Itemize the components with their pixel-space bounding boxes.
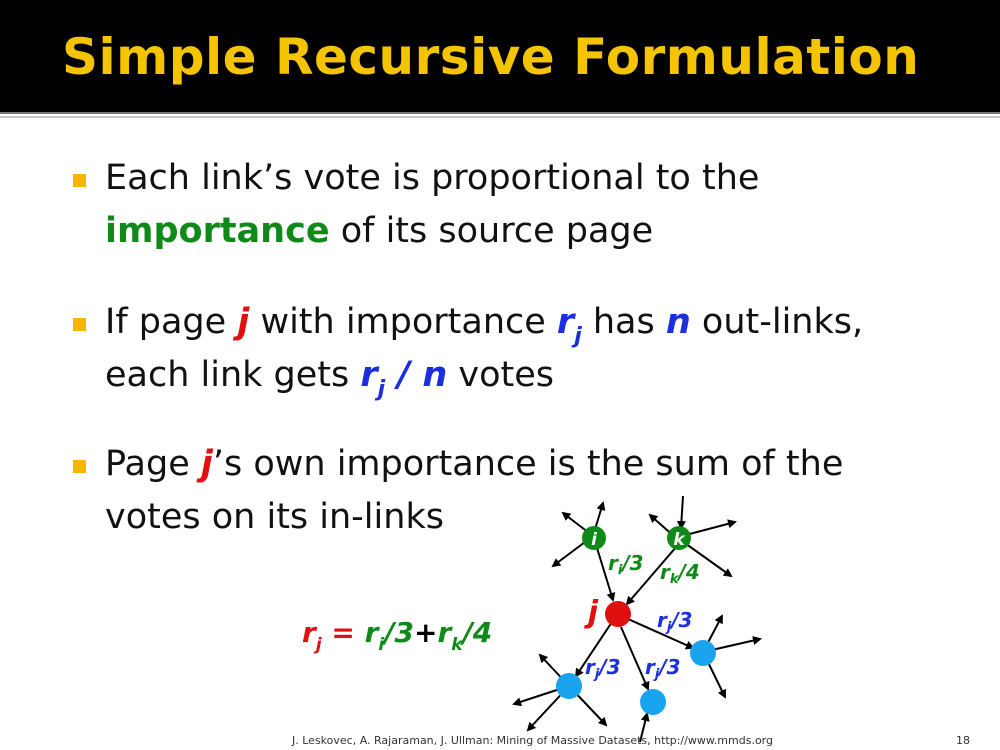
importance-term: importance xyxy=(105,211,330,251)
bullet-3-line-1: Page j’s own importance is the sum of th… xyxy=(105,444,844,484)
node-left xyxy=(556,673,582,699)
bullet-marker xyxy=(73,174,86,187)
title-bar: Simple Recursive Formulation xyxy=(0,0,1000,112)
edge-label-j-bottom: rj/3 xyxy=(645,655,681,682)
bullet-2-line-2: each link gets rj / n votes xyxy=(105,355,555,402)
footer-citation: J. Leskovec, A. Rajaraman, J. Ullman: Mi… xyxy=(292,734,773,747)
node-j xyxy=(605,601,631,627)
bullet-2-line-1: If page j with importance rj has n out-l… xyxy=(105,302,864,349)
rank-formula: rj = ri/3+rk/4 xyxy=(302,616,493,655)
title-rule-light xyxy=(0,116,1000,118)
edge-label-j-left: rj/3 xyxy=(585,655,621,682)
slide-title: Simple Recursive Formulation xyxy=(62,28,920,86)
edge-label-j-right: rj/3 xyxy=(657,608,693,635)
link-graph-diagram: i k j ri/3 rk/4 rj/3 rj/3 rj/3 xyxy=(512,495,762,743)
node-right xyxy=(690,640,716,666)
node-bottom xyxy=(640,689,666,715)
bullet-marker xyxy=(73,460,86,473)
bullet-1-line-2: importance of its source page xyxy=(105,211,654,251)
node-j-label: j xyxy=(584,595,599,630)
edge-label-i-j: ri/3 xyxy=(608,551,644,578)
edge-into-k xyxy=(676,495,686,530)
edge-j-to-bottom-node xyxy=(620,626,650,691)
edge-label-k-j: rk/4 xyxy=(660,560,700,587)
bullet-marker xyxy=(73,318,86,331)
node-k-label: k xyxy=(673,530,686,550)
page-number: 18 xyxy=(956,734,970,747)
title-rule xyxy=(0,112,1000,114)
bullet-1-line-1: Each link’s vote is proportional to the xyxy=(105,158,760,198)
bullet-3-line-2: votes on its in-links xyxy=(105,497,444,537)
